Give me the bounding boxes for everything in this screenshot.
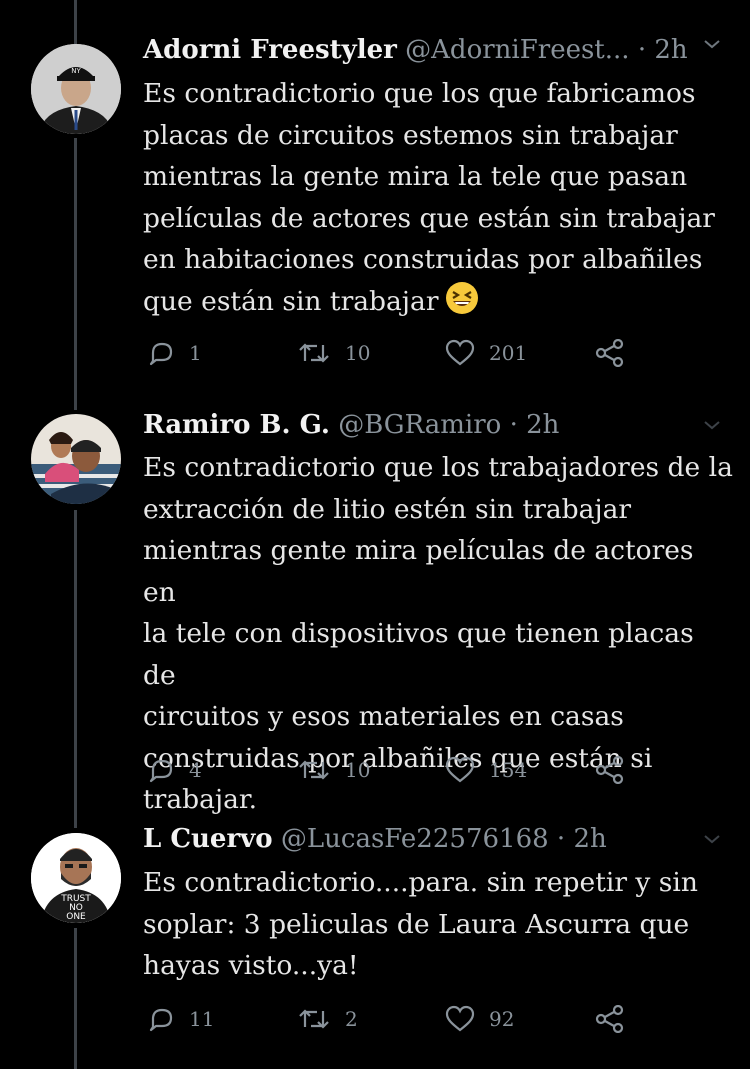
- retweet-icon: [299, 343, 329, 363]
- like-icon: [445, 339, 475, 366]
- retweet-button[interactable]: 10: [297, 336, 370, 370]
- timestamp[interactable]: 2h: [654, 35, 687, 65]
- display-name[interactable]: L Cuervo: [143, 824, 273, 854]
- separator-dot: ·: [556, 824, 566, 854]
- chevron-down-icon[interactable]: [702, 829, 722, 849]
- tweet-actions: 11 2 92: [143, 1002, 663, 1036]
- user-handle[interactable]: @AdorniFreest...: [405, 35, 629, 65]
- chevron-down-icon[interactable]: [702, 34, 722, 54]
- reply-button[interactable]: 11: [147, 1002, 214, 1036]
- share-button[interactable]: [595, 1002, 639, 1036]
- like-icon: [445, 1005, 475, 1032]
- timestamp[interactable]: 2h: [526, 410, 559, 440]
- avatar[interactable]: NY: [31, 44, 121, 134]
- separator-dot: ·: [637, 35, 647, 65]
- tweet-text-content: Es contradictorio que los que fabricamos…: [143, 78, 715, 317]
- retweet-count: 10: [345, 758, 371, 782]
- reply-button[interactable]: 4: [147, 753, 202, 787]
- share-icon: [595, 339, 624, 367]
- like-icon: [445, 756, 475, 783]
- chevron-down-icon[interactable]: [702, 415, 722, 435]
- thread-line-2: [74, 510, 77, 828]
- share-button[interactable]: [595, 336, 639, 370]
- tweet-actions: 1 10 201: [143, 336, 663, 370]
- tweet-text-content: Es contradictorio....para. sin repetir y…: [143, 867, 698, 981]
- tweet-header: L Cuervo @LucasFe22576168 · 2h: [143, 821, 730, 857]
- retweet-icon: [299, 760, 329, 780]
- reply-button[interactable]: 1: [147, 336, 202, 370]
- avatar[interactable]: TRUST NO ONE: [31, 833, 121, 923]
- retweet-button[interactable]: 10: [297, 753, 370, 787]
- display-name[interactable]: Ramiro B. G.: [143, 410, 330, 440]
- reply-icon: [149, 342, 173, 366]
- like-count: 201: [489, 341, 528, 365]
- thread-line-3: [74, 928, 77, 1069]
- tweet-text: Es contradictorio....para. sin repetir y…: [143, 862, 733, 987]
- avatar-text-3: ONE: [66, 912, 86, 922]
- reply-icon: [149, 759, 173, 783]
- tweet-text: Es contradictorio que los que fabricamos…: [143, 73, 733, 322]
- reply-icon: [149, 1008, 173, 1032]
- display-name[interactable]: Adorni Freestyler: [143, 35, 397, 65]
- like-button[interactable]: 154: [445, 753, 527, 787]
- user-handle[interactable]: @BGRamiro: [338, 410, 501, 440]
- retweet-count: 10: [345, 341, 371, 365]
- separator-dot: ·: [509, 410, 518, 440]
- like-button[interactable]: 92: [445, 1002, 514, 1036]
- reply-count: 4: [189, 758, 202, 782]
- avatar[interactable]: [31, 414, 121, 504]
- like-button[interactable]: 201: [445, 336, 527, 370]
- share-button[interactable]: [595, 753, 639, 787]
- thread-line-1: [74, 138, 77, 410]
- reply-count: 1: [189, 341, 202, 365]
- timestamp[interactable]: 2h: [573, 824, 606, 854]
- grinning-squinting-face-icon: [445, 281, 479, 315]
- tweet-actions: 4 10 154: [143, 753, 663, 787]
- tweet-header: Ramiro B. G. @BGRamiro · 2h: [143, 407, 730, 443]
- retweet-icon: [299, 1009, 329, 1029]
- share-icon: [595, 1005, 624, 1033]
- share-icon: [595, 756, 624, 784]
- retweet-count: 2: [345, 1007, 358, 1031]
- user-handle[interactable]: @LucasFe22576168: [281, 824, 549, 854]
- svg-text:NY: NY: [71, 67, 81, 75]
- retweet-button[interactable]: 2: [297, 1002, 358, 1036]
- reply-count: 11: [189, 1007, 215, 1031]
- tweet-header: Adorni Freestyler @AdorniFreest... · 2h: [143, 32, 730, 68]
- like-count: 154: [489, 758, 528, 782]
- thread-line-top: [74, 0, 77, 44]
- like-count: 92: [489, 1007, 515, 1031]
